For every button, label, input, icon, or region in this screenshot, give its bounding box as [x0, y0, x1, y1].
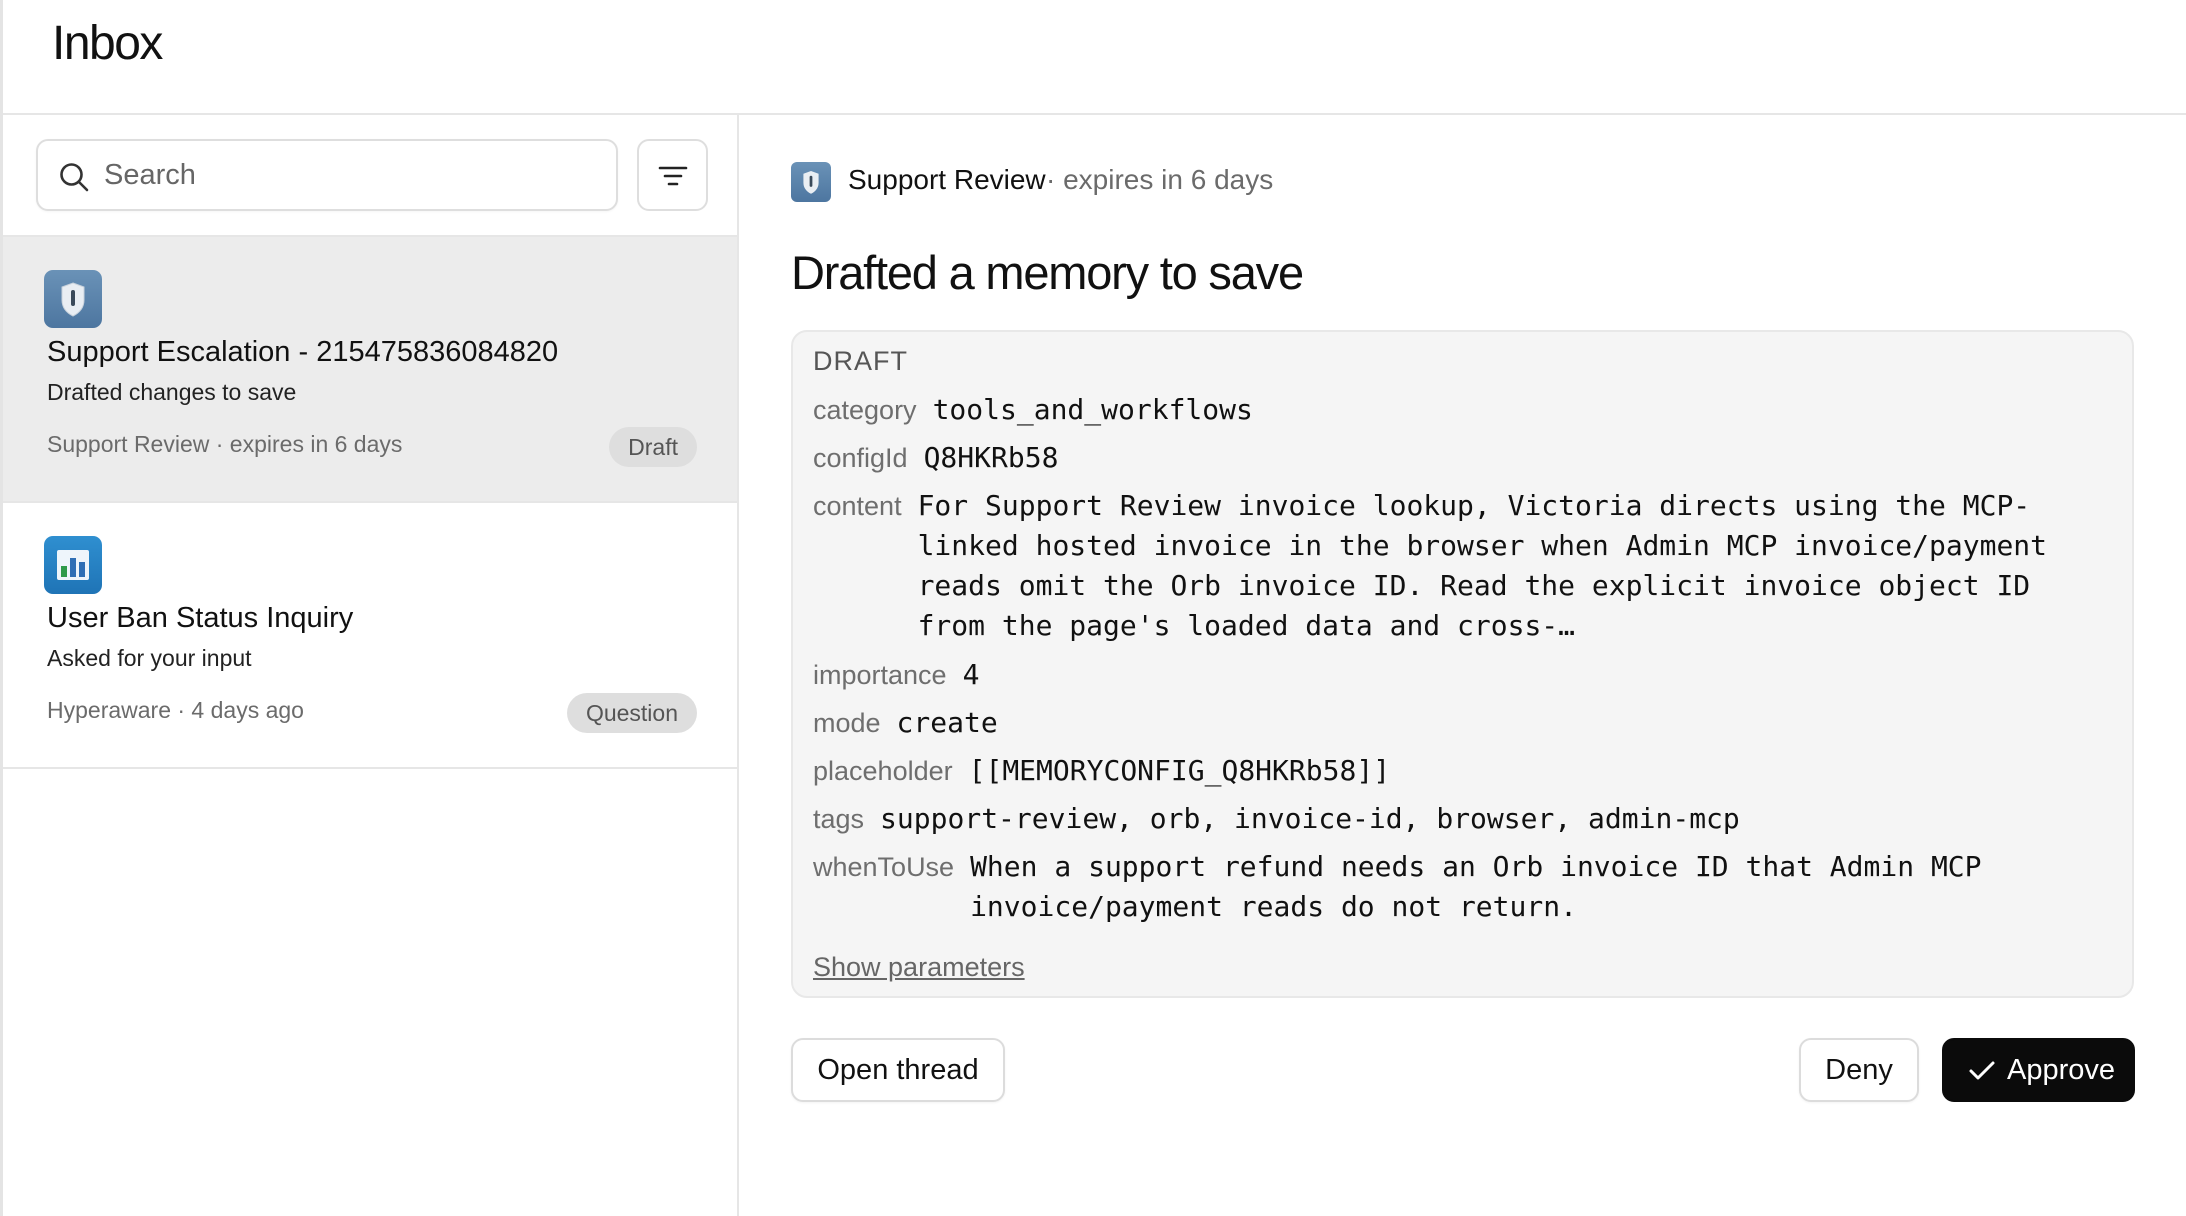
search-input[interactable] [104, 149, 594, 201]
status-badge: Draft [609, 427, 697, 467]
bar-chart-icon [57, 550, 89, 580]
search-box[interactable] [36, 139, 618, 211]
source-meta: · expires in 6 days [1046, 164, 1274, 195]
filter-button[interactable] [637, 139, 708, 211]
field-value: 4 [962, 658, 980, 691]
item-subtitle: Drafted changes to save [47, 379, 297, 405]
field-value: create [896, 706, 998, 739]
field-key: content [813, 491, 902, 521]
field-placeholder: placeholder [[MEMORYCONFIG_Q8HKRb58]] [813, 751, 2112, 791]
draft-card: DRAFT category tools_and_workflows confi… [791, 330, 2134, 998]
filter-icon [658, 166, 688, 186]
bar-chart-app-icon [44, 536, 102, 594]
field-key: tags [813, 804, 865, 834]
source-name: Support Review [848, 164, 1046, 195]
field-content: content For Support Review invoice looku… [813, 486, 2112, 646]
item-title: Support Escalation - 215475836084820 [47, 336, 559, 368]
top-bar: Inbox [3, 0, 2186, 115]
field-value: [[MEMORYCONFIG_Q8HKRb58]] [968, 754, 1391, 787]
deny-button[interactable]: Deny [1799, 1038, 1919, 1102]
inbox-sidebar: Support Escalation - 215475836084820 Dra… [3, 115, 739, 1216]
shield-icon [61, 282, 85, 317]
inbox-app: Inbox Search Support Escalation - 215475… [0, 0, 2186, 1216]
approve-label: Approve [2007, 1054, 2116, 1086]
field-value: tools_and_workflows [932, 393, 1253, 426]
field-whentouse: whenToUse When a support refund needs an… [813, 847, 2112, 927]
field-key: category [813, 395, 917, 425]
item-title: User Ban Status Inquiry [47, 602, 354, 634]
search-icon [60, 163, 89, 192]
field-key: configId [813, 443, 908, 473]
field-value: support-review, orb, invoice-id, browser… [880, 802, 1740, 835]
show-parameters-link[interactable]: Show parameters [813, 952, 1025, 983]
field-importance: importance 4 [813, 655, 2112, 695]
field-key: whenToUse [813, 852, 955, 882]
draft-label: DRAFT [813, 346, 908, 376]
field-value: For Support Review invoice lookup, Victo… [917, 489, 2064, 642]
item-meta: Hyperaware · 4 days ago [47, 697, 304, 723]
detail-panel: Support Review · expires in 6 days Draft… [741, 115, 2186, 1216]
field-value: When a support refund needs an Orb invoi… [970, 850, 1999, 923]
approve-button[interactable]: Approve [1942, 1038, 2135, 1102]
item-meta: Support Review · expires in 6 days [47, 431, 403, 457]
field-key: importance [813, 660, 947, 690]
inbox-item-support-escalation[interactable]: Support Escalation - 215475836084820 Dra… [3, 237, 737, 503]
page-title: Inbox [52, 17, 163, 70]
item-subtitle: Asked for your input [47, 645, 252, 671]
shield-icon [803, 170, 819, 194]
detail-heading: Drafted a memory to save [791, 246, 1304, 299]
inbox-item-user-ban[interactable]: User Ban Status Inquiry Asked for your i… [3, 503, 737, 769]
field-category: category tools_and_workflows [813, 390, 2112, 430]
field-key: placeholder [813, 756, 953, 786]
search-row [3, 115, 737, 237]
field-mode: mode create [813, 703, 2112, 743]
check-icon [1969, 1061, 1995, 1080]
field-value: Q8HKRb58 [923, 441, 1059, 474]
status-badge: Question [566, 693, 697, 733]
open-thread-button[interactable]: Open thread [791, 1038, 1005, 1102]
field-tags: tags support-review, orb, invoice-id, br… [813, 799, 2112, 839]
shield-app-icon [44, 270, 102, 328]
field-configid: configId Q8HKRb58 [813, 438, 2112, 478]
field-key: mode [813, 708, 881, 738]
shield-app-icon [791, 162, 831, 202]
